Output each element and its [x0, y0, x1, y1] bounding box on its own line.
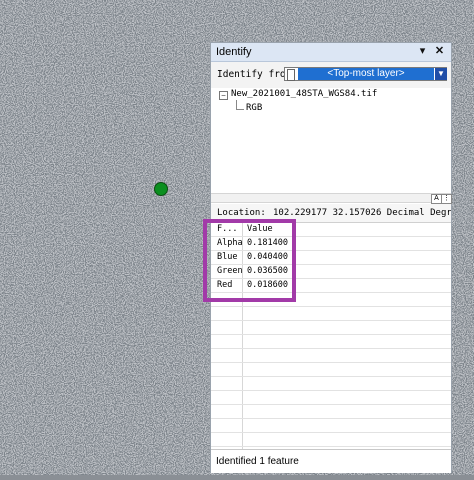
chevron-down-icon[interactable]: ▼	[435, 68, 447, 80]
results-tree: − New_2021001_48STA_WGS84.tif RGB	[211, 88, 451, 193]
highlight-box	[203, 219, 296, 302]
dropdown-icon[interactable]: ▾	[416, 45, 429, 58]
location-value: 102.229177 32.157026 Decimal Degrees	[273, 208, 451, 218]
titlebar[interactable]: Identify ▾ ✕	[211, 43, 451, 62]
status-text: Identified 1 feature	[216, 456, 299, 467]
collapse-icon[interactable]: −	[219, 91, 228, 100]
tree-connector	[236, 109, 244, 110]
identify-from-dropdown[interactable]: <Top-most layer> ▼	[284, 67, 447, 81]
location-label: Location:	[217, 208, 266, 218]
empty-row	[211, 433, 451, 447]
identify-from-value[interactable]: <Top-most layer>	[298, 68, 434, 80]
options-icon[interactable]: ⋮	[441, 194, 452, 204]
empty-row	[211, 349, 451, 363]
status-bar: Identified 1 feature	[211, 449, 451, 473]
empty-row	[211, 321, 451, 335]
close-icon[interactable]: ✕	[433, 45, 446, 58]
identify-from-row: Identify from: <Top-most layer> ▼	[211, 62, 451, 88]
empty-row	[211, 405, 451, 419]
empty-row	[211, 377, 451, 391]
tree-root-layer[interactable]: New_2021001_48STA_WGS84.tif	[231, 89, 377, 99]
empty-row	[211, 363, 451, 377]
pane-splitter[interactable]: A ⋮	[211, 193, 452, 204]
tree-child-rgb[interactable]: RGB	[246, 103, 262, 113]
empty-row	[211, 335, 451, 349]
empty-row	[211, 419, 451, 433]
empty-row	[211, 307, 451, 321]
identify-point[interactable]	[154, 182, 168, 196]
layer-box-icon	[287, 69, 295, 81]
empty-row	[211, 391, 451, 405]
window-title: Identify	[216, 46, 252, 58]
